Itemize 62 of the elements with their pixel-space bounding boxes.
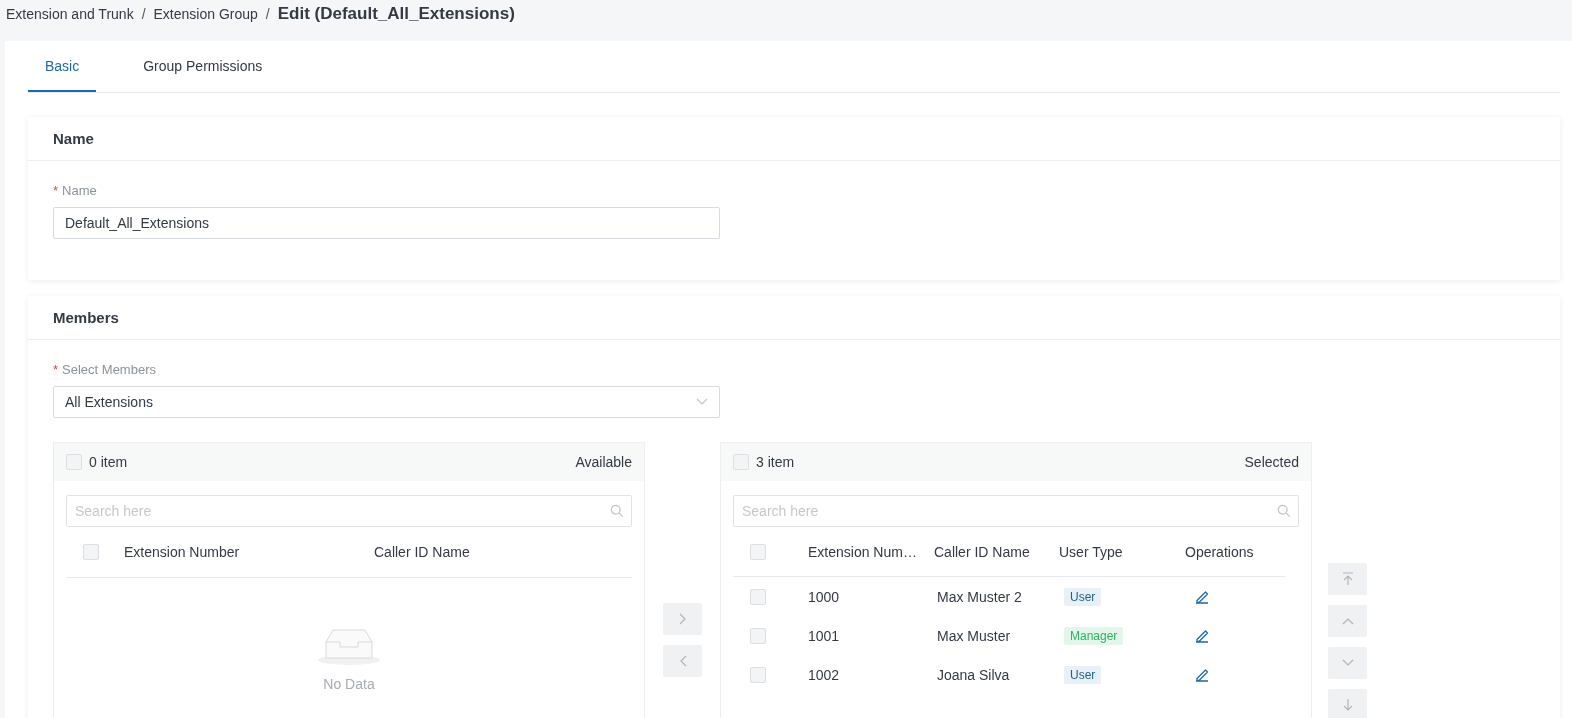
checkbox[interactable] (750, 666, 766, 683)
edit-icon[interactable] (1194, 627, 1210, 644)
user-type-tag: Manager (1064, 626, 1124, 645)
checkbox[interactable] (750, 588, 766, 605)
item-count: 0 item (89, 454, 128, 470)
list-title: Selected (1244, 454, 1299, 470)
checkbox[interactable] (750, 627, 766, 644)
field-label: Select Members (62, 362, 156, 377)
checkbox[interactable] (750, 543, 766, 560)
move-up-button[interactable] (1328, 605, 1367, 637)
user-type-tag: User (1064, 587, 1102, 606)
move-bottom-button[interactable] (1328, 689, 1367, 718)
chevron-down-icon (696, 398, 708, 406)
search-icon (610, 504, 624, 518)
page-title: Edit (Default_All_Extensions) (277, 4, 515, 24)
chevron-down-icon (1341, 659, 1354, 667)
arrow-down-icon (1341, 698, 1354, 712)
table-cell-text: 1001 (808, 627, 841, 644)
search-field[interactable]: Search here (733, 495, 1299, 527)
chevron-right-icon (678, 613, 687, 625)
table-cell-text: 1002 (808, 666, 841, 683)
move-top-button[interactable] (1328, 563, 1367, 595)
chevron-left-icon (678, 655, 687, 667)
empty-message: No Data (323, 676, 375, 692)
section-title: Members (53, 309, 119, 326)
required-mark: * (53, 183, 59, 198)
chevron-up-icon (1341, 617, 1354, 625)
arrow-to-top-icon (1341, 572, 1354, 586)
list-title: Available (575, 454, 632, 470)
column-header: Operations (1185, 543, 1255, 560)
search-icon (1277, 504, 1291, 518)
section-title: Name (53, 130, 94, 147)
breadcrumb-separator: / (141, 6, 146, 22)
table-cell-text: Max Muster 2 (936, 588, 1023, 605)
user-type-tag: User (1064, 665, 1102, 684)
checkbox[interactable] (66, 454, 82, 470)
column-header: User Type (1059, 543, 1124, 560)
breadcrumb-link[interactable]: Extension Group (153, 6, 258, 22)
search-field[interactable]: Search here (66, 495, 632, 527)
tab[interactable]: Basic (28, 41, 97, 92)
column-header: Caller ID Name (934, 543, 1031, 560)
table-cell-text: Joana Silva (936, 666, 1011, 683)
table-cell-text: Max Muster (936, 627, 1012, 644)
item-count: 3 item (756, 454, 795, 470)
breadcrumb-separator: / (265, 6, 270, 22)
edit-icon[interactable] (1194, 588, 1210, 605)
column-header: Extension Number (124, 544, 241, 560)
checkbox[interactable] (733, 454, 749, 470)
column-header: Caller ID Name (374, 544, 470, 560)
move-right-button[interactable] (663, 603, 702, 635)
column-header: Extension Num… (808, 543, 918, 560)
move-down-button[interactable] (1328, 647, 1367, 679)
name-field[interactable]: Default_All_Extensions (53, 207, 720, 239)
required-mark: * (53, 362, 59, 377)
table-cell-text: 1000 (808, 588, 841, 605)
breadcrumb-link[interactable]: Extension and Trunk (6, 6, 134, 22)
edit-icon[interactable] (1194, 666, 1210, 683)
move-left-button[interactable] (663, 645, 702, 677)
members-select[interactable]: All Extensions (53, 386, 720, 418)
field-label: Name (62, 183, 97, 198)
checkbox[interactable] (83, 544, 99, 560)
tab[interactable]: Group Permissions (126, 41, 280, 92)
